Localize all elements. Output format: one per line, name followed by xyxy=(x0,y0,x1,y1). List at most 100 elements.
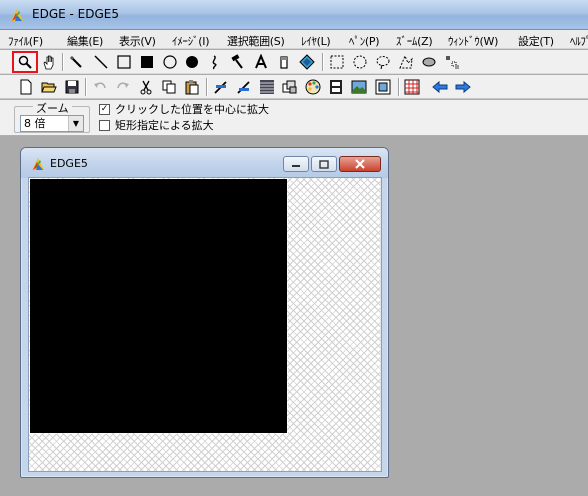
curve-tool-button[interactable] xyxy=(205,53,223,71)
ellipse-select-tool-button[interactable] xyxy=(351,53,369,71)
new-file-button[interactable] xyxy=(17,78,35,96)
image-icon xyxy=(351,80,367,94)
zoom-level-select[interactable]: 8 倍 ▼ xyxy=(20,115,84,132)
line-tool-icon xyxy=(94,55,108,69)
document-title-bar[interactable]: EDGE5 xyxy=(21,148,388,178)
menu-pen[interactable]: ﾍﾟﾝ(P) xyxy=(349,33,380,48)
zoom-center-checkbox[interactable]: ✓ xyxy=(99,103,110,115)
hand-tool-button[interactable] xyxy=(40,53,58,71)
zoom-group: ズーム 8 倍 ▼ xyxy=(14,100,90,133)
arrow-left-button[interactable] xyxy=(431,78,449,96)
ellipse-select-tool-icon xyxy=(353,55,367,69)
zoom-rect-option[interactable]: 矩形指定による拡大 xyxy=(99,118,214,132)
rect-select-tool-button[interactable] xyxy=(328,53,346,71)
zoom-options-bar: ズーム 8 倍 ▼ ✓ クリックした位置を中心に拡大 矩形指定による拡大 xyxy=(0,100,588,136)
cloud-select-tool-icon xyxy=(422,57,436,67)
film-button[interactable] xyxy=(327,78,345,96)
menu-view[interactable]: 表示(V) xyxy=(119,33,156,48)
pattern-tool-button[interactable] xyxy=(443,53,461,71)
file-toolbar xyxy=(0,75,588,99)
canvas-button[interactable] xyxy=(374,78,392,96)
polygon-select-tool-icon xyxy=(399,54,413,69)
hammer-tool-button[interactable] xyxy=(228,53,246,71)
edge-app-icon xyxy=(11,9,23,21)
maximize-icon xyxy=(319,159,329,169)
filled-rectangle-tool-button[interactable] xyxy=(138,53,156,71)
cut-icon xyxy=(140,80,152,95)
image-button[interactable] xyxy=(350,78,368,96)
close-button[interactable] xyxy=(339,156,381,172)
arrow-right-icon xyxy=(455,80,471,94)
chevron-down-icon[interactable]: ▼ xyxy=(68,116,83,131)
menu-settings[interactable]: 設定(T) xyxy=(518,33,554,48)
filled-ellipse-tool-icon xyxy=(186,56,198,68)
layer-button[interactable] xyxy=(281,78,299,96)
text-tool-icon xyxy=(255,54,267,69)
polygon-select-tool-button[interactable] xyxy=(397,53,415,71)
line-tool-button[interactable] xyxy=(92,53,110,71)
redo-icon xyxy=(117,82,129,89)
paste-button[interactable] xyxy=(183,78,201,96)
pen-setting2-button[interactable] xyxy=(235,78,253,96)
menu-file[interactable]: ﾌｧｲﾙ(F) xyxy=(8,33,43,48)
hammer-tool-icon xyxy=(231,54,243,69)
cut-button[interactable] xyxy=(137,78,155,96)
menu-bar: ﾌｧｲﾙ(F) 編集(E) 表示(V) ｲﾒｰｼﾞ(I) 選択範囲(S) ﾚｲﾔ… xyxy=(0,30,588,49)
edge-document-icon xyxy=(32,158,44,170)
open-file-icon xyxy=(41,82,57,93)
fill-tool-icon xyxy=(299,54,315,70)
cloud-select-tool-button[interactable] xyxy=(420,53,438,71)
lasso-select-tool-button[interactable] xyxy=(374,53,392,71)
zoom-rect-checkbox[interactable] xyxy=(99,119,110,131)
pencil-tool-icon xyxy=(69,55,82,68)
open-file-button[interactable] xyxy=(40,78,58,96)
zoomed-image[interactable] xyxy=(29,178,288,434)
menu-window[interactable]: ｳｨﾝﾄﾞｳ(W) xyxy=(448,33,498,48)
rect-select-tool-icon xyxy=(330,55,344,69)
menu-edit[interactable]: 編集(E) xyxy=(67,33,103,48)
undo-icon xyxy=(94,82,106,89)
filled-ellipse-tool-button[interactable] xyxy=(183,53,201,71)
layer-icon xyxy=(282,80,297,94)
zoom-tool-button[interactable] xyxy=(12,51,38,73)
zoom-center-label: クリックした位置を中心に拡大 xyxy=(115,103,269,116)
menu-zoom[interactable]: ｽﾞｰﾑ(Z) xyxy=(396,33,433,48)
undo-button[interactable] xyxy=(91,78,109,96)
copy-button[interactable] xyxy=(160,78,178,96)
eraser-tool-button[interactable] xyxy=(275,53,293,71)
pen-setting-button[interactable] xyxy=(212,78,230,96)
grid-red-button[interactable] xyxy=(403,78,421,96)
ellipse-tool-button[interactable] xyxy=(161,53,179,71)
close-icon xyxy=(355,159,365,169)
minimize-icon xyxy=(292,165,300,167)
minimize-button[interactable] xyxy=(283,156,309,172)
pencil-tool-button[interactable] xyxy=(67,53,85,71)
fill-tool-button[interactable] xyxy=(298,53,316,71)
canvas-viewport[interactable] xyxy=(28,177,382,472)
save-file-button[interactable] xyxy=(63,78,81,96)
palette-button[interactable] xyxy=(304,78,322,96)
canvas-icon xyxy=(375,79,391,95)
lasso-select-tool-icon xyxy=(376,56,390,70)
zoom-rect-label: 矩形指定による拡大 xyxy=(115,119,214,132)
document-title: EDGE5 xyxy=(50,157,88,170)
menu-image[interactable]: ｲﾒｰｼﾞ(I) xyxy=(172,33,210,48)
redo-button[interactable] xyxy=(114,78,132,96)
menu-selection[interactable]: 選択範囲(S) xyxy=(227,33,285,48)
maximize-button[interactable] xyxy=(311,156,337,172)
zoom-center-option[interactable]: ✓ クリックした位置を中心に拡大 xyxy=(99,102,269,116)
menu-help[interactable]: ﾍﾙﾌﾟ xyxy=(570,33,588,48)
grid-red-icon xyxy=(404,79,420,95)
vertical-scroll-edge xyxy=(380,178,381,471)
palette-icon xyxy=(305,79,321,95)
text-tool-button[interactable] xyxy=(252,53,270,71)
filled-rectangle-tool-icon xyxy=(141,56,153,68)
title-bar: EDGE - EDGE5 xyxy=(0,0,588,30)
drawing-toolbar xyxy=(0,50,588,74)
document-window: EDGE5 xyxy=(20,147,389,478)
grid-button[interactable] xyxy=(258,78,276,96)
rectangle-tool-button[interactable] xyxy=(115,53,133,71)
save-file-icon xyxy=(65,80,79,94)
arrow-right-button[interactable] xyxy=(454,78,472,96)
menu-layer[interactable]: ﾚｲﾔ(L) xyxy=(301,33,331,48)
